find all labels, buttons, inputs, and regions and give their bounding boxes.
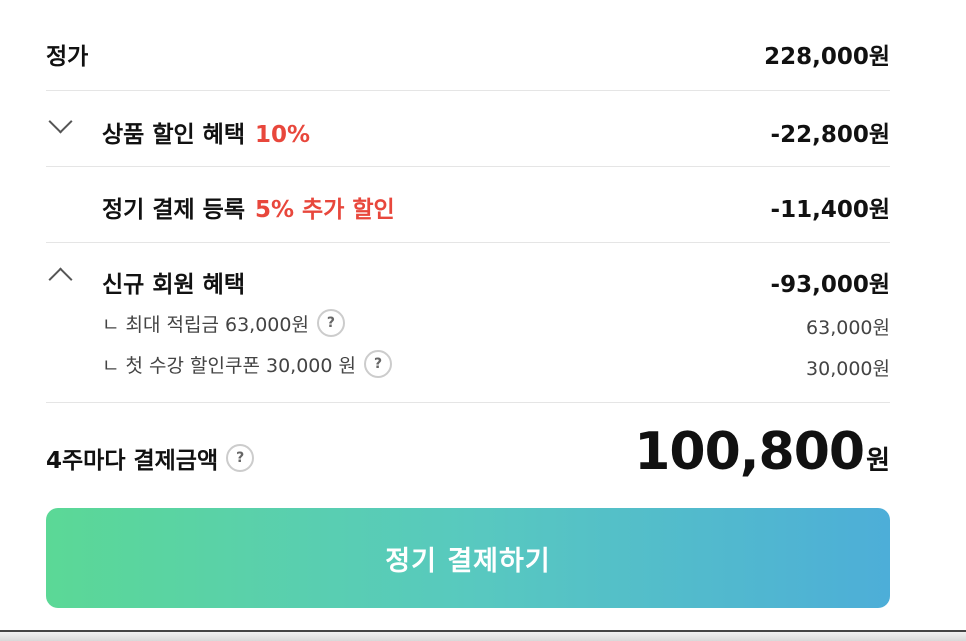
new-member-item-points-label: ㄴ 최대 적립금 63,000원 <box>102 313 309 336</box>
help-icon[interactable]: ? <box>316 309 345 337</box>
regular-price-label: 정가 <box>46 44 89 70</box>
help-icon[interactable]: ? <box>364 350 392 378</box>
help-icon[interactable]: ? <box>226 444 255 472</box>
product-discount-title: 상품 할인 혜택 <box>102 122 245 148</box>
new-member-label: 신규 회원 혜택 <box>102 272 245 298</box>
subscription-row: 정기 결제 등록 5% 추가 할인 -11,400원 <box>46 167 890 242</box>
price-summary-panel: 정가 228,000원 상품 할인 혜택 10% -22,800원 정기 결제 등… <box>46 0 890 608</box>
product-discount-rate: 10% <box>254 122 311 148</box>
total-amount: 100,800원 <box>634 422 890 482</box>
subscribe-button[interactable]: 정기 결제하기 <box>46 508 890 608</box>
new-member-item-points: ㄴ 최대 적립금 63,000원 ? <box>102 309 345 337</box>
total-amount-number: 100,800 <box>634 422 865 482</box>
total-label: 4주마다 결제금액 ? <box>46 441 255 475</box>
regular-price-amount: 228,000원 <box>764 44 890 70</box>
total-label-text: 4주마다 결제금액 <box>46 448 219 474</box>
new-member-row[interactable]: 신규 회원 혜택 -93,000원 ㄴ 최대 적립금 63,000원 ? 63,… <box>46 243 890 402</box>
regular-price-row: 정가 228,000원 <box>46 0 890 90</box>
new-member-item-points-amount: 63,000원 <box>806 317 890 339</box>
product-discount-label: 상품 할인 혜택 10% <box>102 115 310 149</box>
chevron-down-icon[interactable] <box>48 109 73 134</box>
new-member-item-coupon-amount: 30,000원 <box>806 358 890 380</box>
product-discount-amount: -22,800원 <box>770 122 890 148</box>
subscription-title: 정기 결제 등록 <box>102 197 245 223</box>
new-member-item-coupon-label: ㄴ 첫 수강 할인쿠폰 30,000 원 <box>102 354 356 377</box>
subscription-label: 정기 결제 등록 5% 추가 할인 <box>102 190 395 224</box>
chevron-up-icon[interactable] <box>48 267 73 292</box>
window-bottom-edge <box>0 630 966 641</box>
subscription-amount: -11,400원 <box>770 197 890 223</box>
product-discount-row[interactable]: 상품 할인 혜택 10% -22,800원 <box>46 91 890 166</box>
new-member-item-coupon: ㄴ 첫 수강 할인쿠폰 30,000 원 ? <box>102 350 392 378</box>
subscription-extra-discount: 5% 추가 할인 <box>254 197 395 223</box>
divider <box>46 402 890 403</box>
total-amount-unit: 원 <box>866 446 890 476</box>
new-member-amount: -93,000원 <box>770 272 890 298</box>
